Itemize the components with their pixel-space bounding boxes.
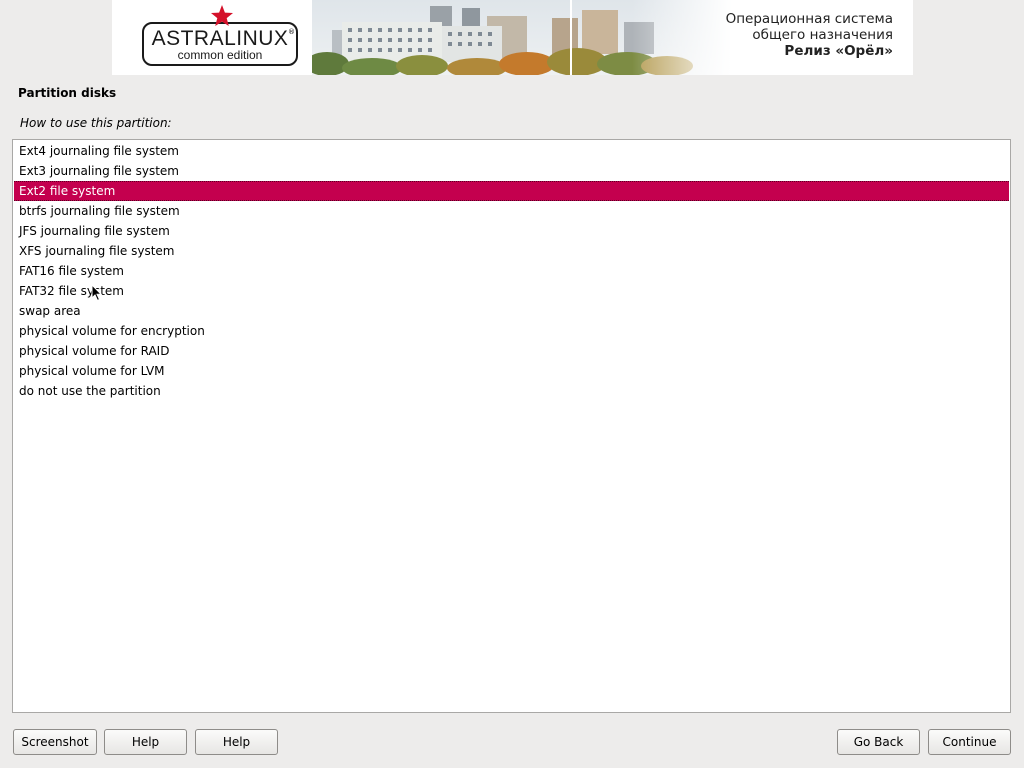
help-button-2[interactable]: Help (195, 729, 278, 755)
partition-usage-listbox[interactable]: Ext4 journaling file system Ext3 journal… (12, 139, 1011, 713)
os-description: Операционная система общего назначения Р… (726, 11, 893, 59)
list-item[interactable]: XFS journaling file system (14, 241, 1009, 261)
list-item-selected[interactable]: Ext2 file system (14, 181, 1009, 201)
list-item[interactable]: FAT32 file system (14, 281, 1009, 301)
red-star-icon (211, 5, 233, 26)
continue-button[interactable]: Continue (928, 729, 1011, 755)
list-item[interactable]: do not use the partition (14, 381, 1009, 401)
list-item[interactable]: Ext4 journaling file system (14, 141, 1009, 161)
list-item[interactable]: btrfs journaling file system (14, 201, 1009, 221)
list-item[interactable]: FAT16 file system (14, 261, 1009, 281)
page-title: Partition disks (18, 86, 117, 100)
list-item[interactable]: physical volume for RAID (14, 341, 1009, 361)
installer-screen: ASTRALINUX ® common edition Операционная… (0, 0, 1024, 768)
logo-edition: common edition (177, 48, 263, 62)
astralinux-logo: ASTRALINUX ® common edition (142, 5, 300, 68)
list-item[interactable]: JFS journaling file system (14, 221, 1009, 241)
question-label: How to use this partition: (20, 116, 172, 130)
os-line-1: Операционная система (725, 11, 893, 27)
release-name: Релиз «Орёл» (784, 43, 893, 59)
go-back-button[interactable]: Go Back (837, 729, 920, 755)
panorama-fade (632, 0, 732, 75)
list-item[interactable]: Ext3 journaling file system (14, 161, 1009, 181)
os-line-2: общего назначения (752, 27, 893, 43)
mouse-pointer-icon (91, 284, 103, 302)
list-item[interactable]: swap area (14, 301, 1009, 321)
help-button[interactable]: Help (104, 729, 187, 755)
list-item[interactable]: physical volume for LVM (14, 361, 1009, 381)
screenshot-button[interactable]: Screenshot (13, 729, 97, 755)
header-banner: ASTRALINUX ® common edition Операционная… (112, 0, 913, 75)
list-item[interactable]: physical volume for encryption (14, 321, 1009, 341)
registered-mark: ® (288, 28, 295, 36)
